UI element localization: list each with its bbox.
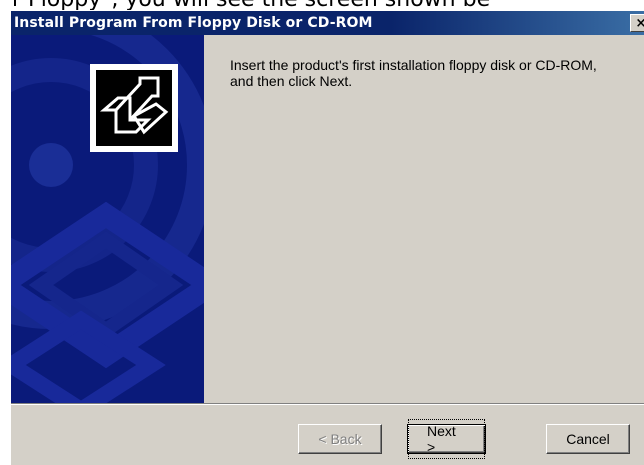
title-bar[interactable]: Install Program From Floppy Disk or CD-R… — [11, 11, 644, 35]
cancel-button-label: Cancel — [566, 431, 610, 447]
instruction-text: Insert the product's first installation … — [230, 57, 644, 89]
dialog-title: Install Program From Floppy Disk or CD-R… — [14, 15, 373, 31]
cancel-button[interactable]: Cancel — [546, 424, 630, 454]
next-button-label: Next > — [408, 419, 485, 459]
instruction-line-2: and then click Next. — [230, 73, 353, 89]
back-button-label: < Back — [318, 431, 362, 447]
install-icon-frame — [90, 64, 178, 152]
dialog-content: Insert the product's first installation … — [204, 35, 644, 403]
install-arrow-icon — [96, 70, 172, 146]
back-button[interactable]: < Back — [298, 424, 382, 454]
close-icon: × — [636, 16, 644, 31]
instruction-line-1: Insert the product's first installation … — [230, 57, 597, 73]
next-button[interactable]: Next > — [407, 419, 486, 459]
button-separator — [11, 403, 644, 405]
wizard-banner — [11, 35, 204, 403]
close-button[interactable]: × — [630, 14, 644, 32]
install-dialog: Install Program From Floppy Disk or CD-R… — [10, 10, 644, 465]
